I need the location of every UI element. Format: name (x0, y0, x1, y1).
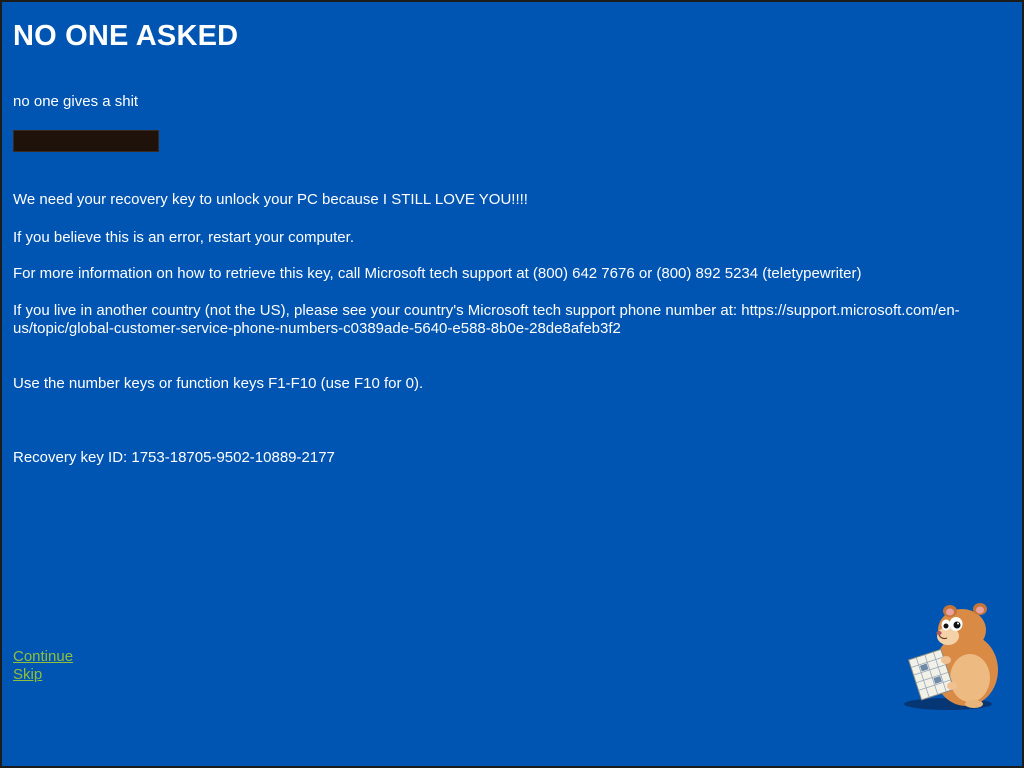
keys-instruction: Use the number keys or function keys F1-… (13, 375, 424, 392)
error-message: If you believe this is an error, restart… (13, 229, 354, 246)
support-message: For more information on how to retrieve … (13, 265, 862, 282)
continue-link[interactable]: Continue (13, 648, 73, 666)
unlock-message: We need your recovery key to unlock your… (13, 191, 528, 208)
country-message: If you live in another country (not the … (13, 302, 960, 337)
subtitle: no one gives a shit (13, 93, 139, 110)
recovery-screen: NO ONE ASKED no one gives a shit We need… (0, 0, 1024, 768)
skip-link[interactable]: Skip (13, 666, 73, 684)
page-title: NO ONE ASKED (13, 20, 239, 52)
hamster-icon (904, 603, 998, 710)
action-links: Continue Skip (13, 648, 73, 684)
recovery-key-id: Recovery key ID: 1753-18705-9502-10889-2… (13, 449, 335, 466)
recovery-key-input[interactable] (13, 130, 159, 152)
